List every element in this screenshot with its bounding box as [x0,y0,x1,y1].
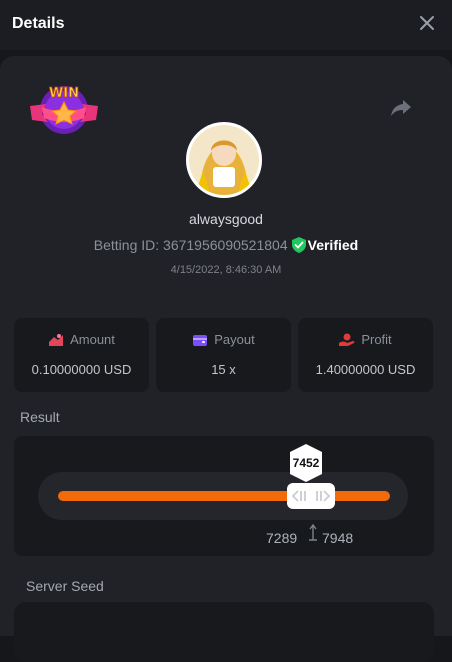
slider-handle[interactable] [287,483,335,509]
range-low: 7289 [266,530,298,546]
grip-left-icon [292,490,306,502]
details-header: Details [0,0,452,50]
server-seed-label: Server Seed [26,578,104,594]
betting-id: Betting ID: 3671956090521804 [93,237,288,253]
payout-value: 15 x [211,362,236,377]
win-badge-icon: WIN [30,86,98,134]
avatar-image [189,125,259,195]
shield-check-icon [291,237,306,253]
username: alwaysgood [189,211,263,227]
payout-label: Payout [214,332,255,347]
amount-card: Amount 0.10000000 USD [14,318,149,392]
result-label: Result [20,409,60,425]
share-arrow-icon[interactable] [390,98,412,118]
details-title: Details [12,15,65,32]
result-value: 7452 [292,456,320,470]
amount-label: Amount [70,332,115,347]
close-icon[interactable] [418,14,436,32]
payout-card: Payout 15 x [156,318,291,392]
bet-timestamp: 4/15/2022, 8:46:30 AM [170,264,282,276]
wallet-icon [193,335,208,346]
range-high: 7948 [322,530,354,546]
win-badge-text: WIN [49,86,79,101]
avatar [186,122,262,198]
server-seed-box[interactable] [14,602,434,662]
profit-icon [339,333,355,346]
result-box: 7452 7289 7948 [14,436,434,556]
grip-right-icon [316,490,330,502]
verified-label: Verified [307,237,359,253]
profit-card: Profit 1.40000000 USD [298,318,433,392]
range-marker-icon [309,524,317,541]
slider-track [58,491,390,501]
amount-value: 0.10000000 USD [31,362,132,377]
profit-value: 1.40000000 USD [315,362,416,377]
amount-icon [49,334,64,346]
betting-id-row: Betting ID: 3671956090521804 Verified [0,237,452,253]
profit-label: Profit [361,332,392,347]
